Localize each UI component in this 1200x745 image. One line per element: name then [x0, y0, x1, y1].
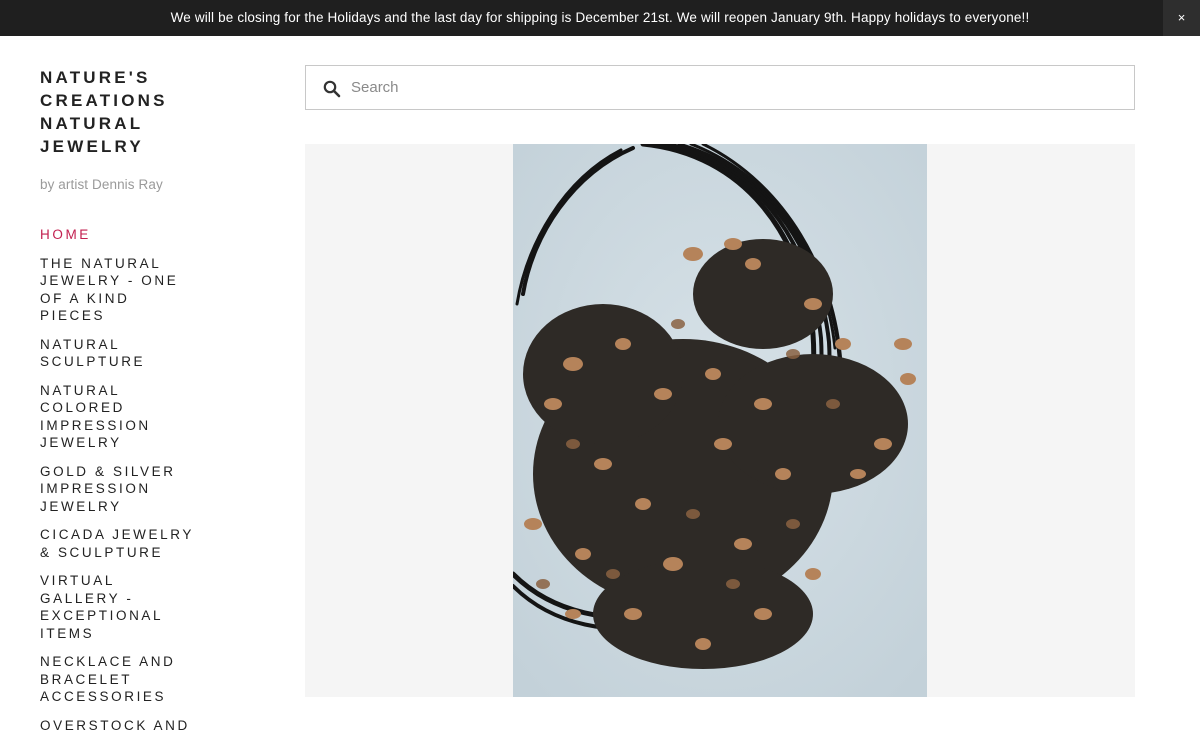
- nav-item-label: ITEMS: [40, 625, 95, 641]
- nav-item-home[interactable]: HOME: [40, 226, 220, 244]
- search-input[interactable]: [351, 66, 1111, 109]
- site-title-line: JEWELRY: [40, 137, 144, 156]
- nav-item-cicada[interactable]: CICADA JEWELRY & SCULPTURE: [40, 526, 220, 561]
- jewelry-photo[interactable]: [513, 144, 927, 697]
- nav-item-label: NECKLACE AND: [40, 654, 176, 669]
- site-title-line: NATURAL: [40, 114, 144, 133]
- site-title[interactable]: NATURE'S CREATIONS NATURAL JEWELRY: [40, 66, 220, 158]
- nav-item-label: JEWELRY: [40, 498, 122, 514]
- hero-slideshow: [305, 144, 1135, 697]
- announcement-text: We will be closing for the Holidays and …: [170, 10, 1030, 25]
- nav-item-label: BRACELET: [40, 671, 133, 687]
- nav-item-label: THE NATURAL: [40, 255, 162, 271]
- nav-item-colored-impression[interactable]: NATURAL COLORED IMPRESSION JEWELRY: [40, 382, 220, 452]
- nav-item-label: OF A KIND: [40, 290, 130, 306]
- site-title-line: CREATIONS: [40, 91, 168, 110]
- nav-item-necklace-accessories[interactable]: NECKLACE AND BRACELET ACCESSORIES: [40, 653, 220, 706]
- nav-item-label: JEWELRY - ONE: [40, 273, 179, 288]
- nav-item-label: CICADA JEWELRY: [40, 527, 194, 542]
- main-nav: HOME THE NATURAL JEWELRY - ONE OF A KIND…: [40, 226, 220, 734]
- nav-item-label: VIRTUAL: [40, 573, 115, 588]
- nav-item-label: JEWELRY: [40, 435, 122, 450]
- nav-item-label: SCULPTURE: [40, 354, 146, 369]
- nav-item-label: IMPRESSION: [40, 417, 151, 433]
- nav-item-label: GALLERY -: [40, 590, 134, 606]
- nav-item-label: GOLD & SILVER: [40, 463, 176, 479]
- nav-item-label: NATURAL: [40, 382, 121, 398]
- nav-item-label: & SCULPTURE: [40, 544, 164, 560]
- nav-item-gold-silver[interactable]: GOLD & SILVER IMPRESSION JEWELRY: [40, 463, 220, 516]
- nav-item-virtual-gallery[interactable]: VIRTUAL GALLERY - EXCEPTIONAL ITEMS: [40, 572, 220, 642]
- site-tagline: by artist Dennis Ray: [40, 177, 163, 192]
- nav-item-label: PIECES: [40, 308, 106, 323]
- nav-item-label: HOME: [40, 227, 91, 242]
- announcement-bar: We will be closing for the Holidays and …: [0, 0, 1200, 36]
- nav-item-overstock[interactable]: OVERSTOCK AND: [40, 717, 220, 735]
- nav-item-natural-jewelry[interactable]: THE NATURAL JEWELRY - ONE OF A KIND PIEC…: [40, 255, 220, 325]
- nav-item-label: EXCEPTIONAL: [40, 608, 164, 623]
- nav-item-label: COLORED: [40, 400, 125, 415]
- nav-item-natural-sculpture[interactable]: NATURAL SCULPTURE: [40, 336, 220, 371]
- search-icon[interactable]: [323, 80, 341, 98]
- nav-item-label: IMPRESSION: [40, 481, 151, 496]
- cedar-necklace-illustration: [513, 144, 927, 697]
- close-announcement-button[interactable]: ×: [1163, 0, 1200, 36]
- site-title-line: NATURE'S: [40, 68, 151, 87]
- search-box: [305, 65, 1135, 110]
- nav-item-label: NATURAL: [40, 336, 121, 352]
- nav-item-label: OVERSTOCK AND: [40, 717, 190, 733]
- sidebar: NATURE'S CREATIONS NATURAL JEWELRY by ar…: [40, 66, 220, 745]
- nav-item-label: ACCESSORIES: [40, 689, 167, 704]
